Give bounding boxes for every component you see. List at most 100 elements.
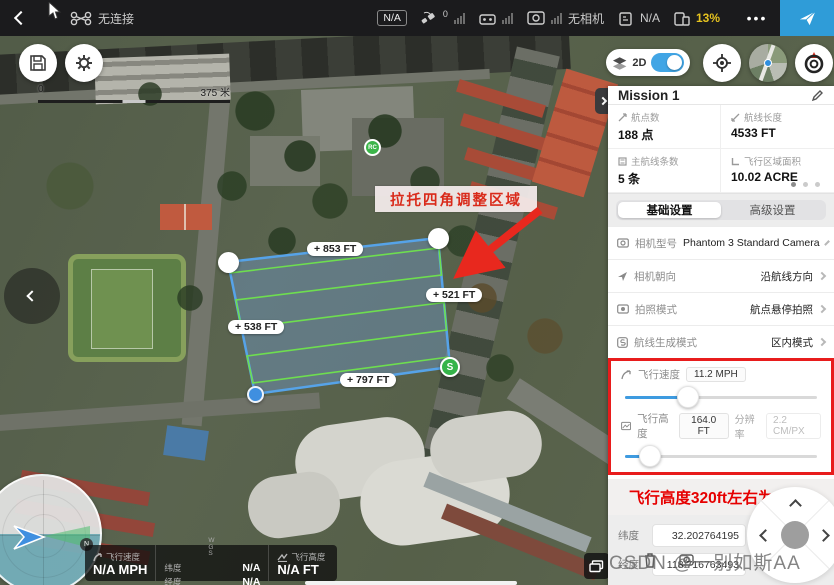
screenshot-button[interactable] <box>584 553 609 579</box>
mission-stats: 航点数 188 点 航线长度 4533 FT 主航线条数 5 条 飞行区域面积 … <box>608 105 834 194</box>
save-mission-button[interactable] <box>19 44 57 82</box>
stats-pager-dots[interactable] <box>791 182 820 187</box>
rc-signal-bars-icon <box>502 13 513 24</box>
camera-icon <box>527 11 545 25</box>
slider-thumb[interactable] <box>677 386 699 408</box>
settings-list: 相机型号 Phantom 3 Standard Camera 相机朝向 沿航线方… <box>608 226 834 358</box>
waypoint-icon <box>618 113 627 122</box>
edge-length-label: + 521 FT <box>426 288 482 302</box>
tab-basic-settings[interactable]: 基础设置 <box>618 202 721 218</box>
nudge-up-button[interactable] <box>789 499 802 512</box>
altitude-slider-row: 飞行高度 164.0 FT 分辨率 2.2 CM/PX <box>611 407 831 458</box>
main-lines-icon <box>618 157 627 166</box>
battery-status-icon <box>618 11 634 26</box>
setting-photo-mode[interactable]: 拍照模式 航点悬停拍照 <box>608 292 834 325</box>
telemetry-bar: 飞行速度 N/A MPH WGS 纬度N/A 经度N/A 飞行高度 N/A FT <box>85 545 337 581</box>
speed-slider-row: 飞行速度 11.2 MPH <box>611 363 831 399</box>
mission-header: Mission 1 <box>608 86 834 105</box>
flight-status-value: N/A <box>640 11 660 25</box>
device-battery-icon <box>674 11 690 26</box>
edit-pencil-icon[interactable] <box>811 89 824 102</box>
polygon-corner-handle[interactable] <box>218 252 239 273</box>
area-ruler-icon <box>731 157 740 166</box>
telemetry-speed: 飞行速度 N/A MPH <box>85 545 155 581</box>
gps-signal-bars-icon <box>454 13 465 24</box>
nudge-right-button[interactable] <box>817 529 830 542</box>
telemetry-position: WGS 纬度N/A 经度N/A <box>155 545 268 581</box>
speed-slider[interactable] <box>625 396 817 399</box>
tutorial-annotation: 拉托四角调整区域 <box>375 186 537 212</box>
edge-length-label: + 797 FT <box>340 373 396 387</box>
locate-button[interactable] <box>703 44 741 82</box>
stat-route-length: 航线长度 4533 FT <box>721 105 834 149</box>
windows-stack-icon <box>589 560 604 573</box>
top-status-bar: 无连接 N/A 0 无相机 N/A 13% ••• <box>0 0 834 36</box>
setting-camera-heading[interactable]: 相机朝向 沿航线方向 <box>608 259 834 292</box>
chevron-right-icon <box>824 240 830 246</box>
compass-reset-button[interactable] <box>795 44 833 82</box>
nudge-left-button[interactable] <box>759 529 772 542</box>
mission-panel: Mission 1 航点数 188 点 航线长度 4533 FT 主航线条数 5… <box>608 86 834 585</box>
resolution-value: 2.2 CM/PX <box>766 413 821 439</box>
map-mode-toggle[interactable]: 2D <box>606 49 690 76</box>
stat-main-lines: 主航线条数 5 条 <box>608 149 721 193</box>
map-layer-thumbnail-button[interactable] <box>749 44 787 82</box>
flight-mode-badge: N/A <box>377 10 407 26</box>
altitude-slider[interactable] <box>625 455 817 458</box>
app-screen: 无连接 N/A 0 无相机 N/A 13% ••• <box>0 0 834 585</box>
scale-max: 375 米 <box>201 84 230 99</box>
satellite-icon <box>421 11 437 25</box>
home-indicator <box>305 581 517 585</box>
altitude-icon <box>277 552 288 562</box>
more-menu-button[interactable]: ••• <box>734 0 780 36</box>
flight-battery-group: N/A <box>618 11 660 26</box>
layers-icon <box>612 56 627 70</box>
telemetry-altitude: 飞行高度 N/A FT <box>268 545 333 581</box>
rc-location-marker: RC <box>364 139 381 156</box>
altitude-value: 164.0 FT <box>679 413 729 439</box>
chevron-right-icon <box>818 272 826 280</box>
settings-button[interactable] <box>65 44 103 82</box>
latitude-input[interactable]: 32.202764195 <box>652 524 746 547</box>
edge-length-label: + 853 FT <box>307 242 363 256</box>
chevron-right-icon <box>818 338 826 346</box>
mouse-cursor <box>48 2 62 20</box>
stat-waypoints: 航点数 188 点 <box>608 105 721 149</box>
airplane-icon <box>796 8 818 28</box>
map-mode-label: 2D <box>632 57 646 69</box>
slider-thumb[interactable] <box>639 445 661 467</box>
collapse-left-handle[interactable] <box>4 268 60 324</box>
camera-status: 无相机 <box>568 10 604 27</box>
setting-camera-model[interactable]: 相机型号 Phantom 3 Standard Camera <box>608 226 834 259</box>
chevron-left-icon <box>14 11 28 25</box>
polygon-corner-handle[interactable] <box>428 228 449 249</box>
heading-icon <box>617 271 628 282</box>
map-scale-bar: 0375 米 <box>38 84 230 103</box>
dpad-center[interactable] <box>781 521 809 549</box>
rc-signal-group <box>479 12 513 25</box>
drone-icon <box>70 11 92 26</box>
speed-value: 11.2 MPH <box>686 367 746 382</box>
route-mode-icon <box>617 337 628 348</box>
takeoff-button[interactable] <box>780 0 834 36</box>
polygon-corner-handle[interactable] <box>247 386 264 403</box>
route-length-icon <box>731 113 740 122</box>
speed-icon <box>93 552 103 562</box>
tab-advanced-settings[interactable]: 高级设置 <box>721 202 824 218</box>
crosshair-icon <box>712 53 732 73</box>
gps-signal-group: 0 <box>421 11 465 25</box>
chevron-right-icon <box>818 305 826 313</box>
gear-icon <box>74 53 94 73</box>
altitude-icon <box>621 421 631 431</box>
photo-mode-icon <box>617 304 629 314</box>
route-start-marker[interactable]: S <box>440 357 460 377</box>
setting-route-mode[interactable]: 航线生成模式 区内模式 <box>608 325 834 358</box>
chevron-right-icon <box>599 97 607 105</box>
mission-title: Mission 1 <box>618 88 811 103</box>
compass-icon <box>802 51 826 75</box>
device-battery-percent: 13% <box>696 11 720 25</box>
satellite-count: 0 <box>443 9 448 19</box>
back-button[interactable] <box>0 0 42 36</box>
2d-toggle-switch[interactable] <box>651 53 684 72</box>
remote-controller-icon <box>479 12 496 25</box>
